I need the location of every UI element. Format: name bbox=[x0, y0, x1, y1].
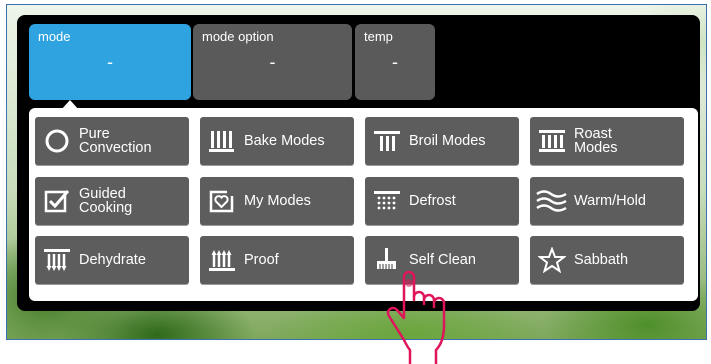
mode-button-dehydrate[interactable]: Dehydrate bbox=[35, 236, 189, 284]
tab-mode-option-label: mode option bbox=[202, 29, 274, 44]
tab-temp-label: temp bbox=[364, 29, 393, 44]
mode-button-proof[interactable]: Proof bbox=[200, 236, 354, 284]
dehydrate-icon bbox=[35, 236, 79, 284]
mode-label: Guided Cooking bbox=[79, 186, 133, 216]
tab-mode-option-value: - bbox=[269, 52, 276, 72]
heart-icon bbox=[200, 177, 244, 225]
tab-mode-value: - bbox=[107, 52, 113, 72]
mode-label: My Modes bbox=[244, 193, 311, 209]
mode-button-guided-cooking[interactable]: Guided Cooking bbox=[35, 177, 189, 225]
mode-label: Defrost bbox=[409, 193, 456, 209]
mode-button-defrost[interactable]: Defrost bbox=[365, 177, 519, 225]
roast-icon bbox=[530, 117, 574, 165]
tab-mode-option[interactable]: mode option - bbox=[193, 24, 352, 100]
mode-label: Broil Modes bbox=[409, 133, 486, 149]
mode-label: Roast Modes bbox=[574, 126, 618, 156]
broil-icon bbox=[365, 117, 409, 165]
circle-icon bbox=[35, 117, 79, 165]
guided-cooking-icon bbox=[35, 177, 79, 225]
mode-label: Warm/Hold bbox=[574, 193, 646, 209]
mode-button-bake-modes[interactable]: Bake Modes bbox=[200, 117, 354, 165]
mode-label: Pure Convection bbox=[79, 126, 152, 156]
star-icon bbox=[530, 236, 574, 284]
mode-label: Dehydrate bbox=[79, 252, 146, 268]
mode-button-pure-convection[interactable]: Pure Convection bbox=[35, 117, 189, 165]
tab-mode-label: mode bbox=[38, 29, 71, 44]
mode-label: Proof bbox=[244, 252, 279, 268]
tab-mode[interactable]: mode - bbox=[29, 24, 191, 100]
mode-button-my-modes[interactable]: My Modes bbox=[200, 177, 354, 225]
mode-button-roast-modes[interactable]: Roast Modes bbox=[530, 117, 684, 165]
tab-temp-value: - bbox=[392, 52, 398, 72]
mode-button-broil-modes[interactable]: Broil Modes bbox=[365, 117, 519, 165]
proof-icon bbox=[200, 236, 244, 284]
mode-label: Self Clean bbox=[409, 252, 476, 268]
bake-icon bbox=[200, 117, 244, 165]
defrost-icon bbox=[365, 177, 409, 225]
warm-hold-icon bbox=[530, 177, 574, 225]
mode-button-warm-hold[interactable]: Warm/Hold bbox=[530, 177, 684, 225]
mode-button-sabbath[interactable]: Sabbath bbox=[530, 236, 684, 284]
mode-label: Sabbath bbox=[574, 252, 629, 268]
tab-temp[interactable]: temp - bbox=[355, 24, 435, 100]
pointer-hand-icon bbox=[380, 270, 470, 364]
mode-label: Bake Modes bbox=[244, 133, 325, 149]
